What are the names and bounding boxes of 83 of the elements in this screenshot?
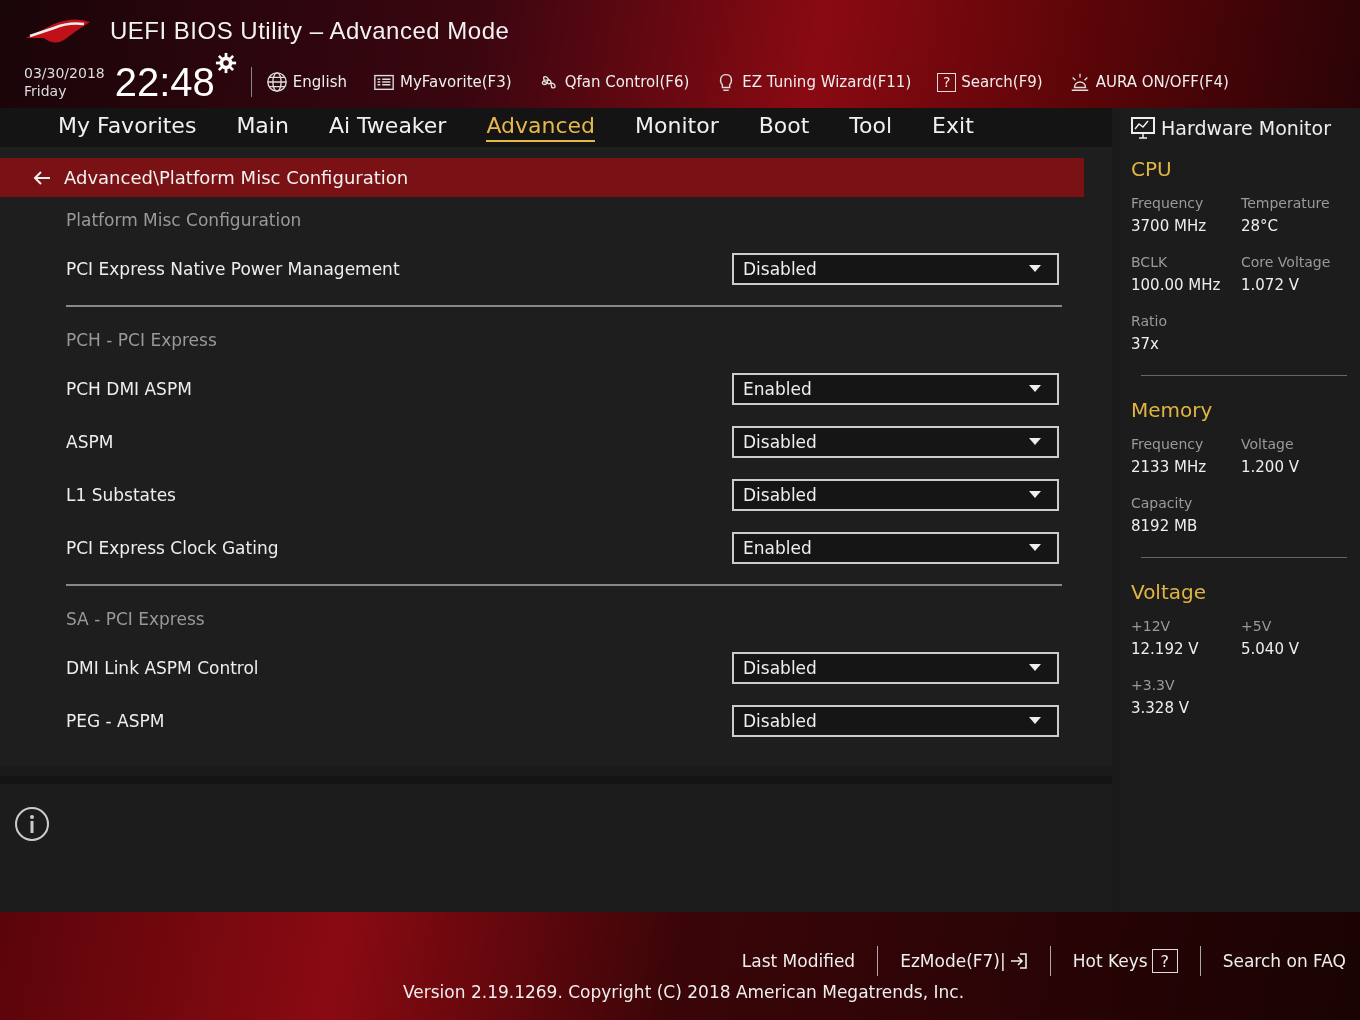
setting-label: L1 Substates [66,484,176,505]
exit-arrow-icon [1009,952,1028,970]
toolbar-button[interactable]: AURA ON/OFF(F4) [1068,71,1229,93]
section-heading: Platform Misc Configuration [66,208,303,232]
reading-label: +5V [1241,618,1273,634]
section-heading: CPU [1131,157,1173,181]
version-text: Version 2.19.1269. Copyright (C) 2018 American Megatrends, Inc. [403,982,965,1002]
monitor-icon [1131,116,1155,139]
caret-icon [1029,544,1041,551]
reading-value: 3700 MHz [1131,217,1208,235]
menu-tab[interactable]: Advanced [486,113,596,142]
clock: 22:48 [114,59,215,105]
caret-icon [1029,265,1041,272]
reading-value: 12.192 V [1131,640,1200,658]
reading-value: 8192 MB [1131,517,1199,535]
reading-label: Frequency [1131,436,1205,452]
footer-link[interactable]: Search on FAQ [1222,951,1346,971]
reading-label: BCLK [1131,254,1169,270]
reading-label: +3.3V [1131,677,1176,693]
caret-icon [1029,438,1041,445]
dropdown[interactable]: Disabled [732,478,1059,511]
toolbar-button[interactable]: MyFavorite(F3) [373,71,512,93]
section-heading: SA - PCI Express [66,607,206,631]
dropdown[interactable]: Disabled [732,651,1059,684]
menu-tab[interactable]: Tool [849,113,893,142]
reading-label: Temperature [1241,195,1331,211]
breadcrumb-path: Advanced\Platform Misc Configuration [64,167,409,188]
menu-tab[interactable]: Monitor [635,113,719,142]
gear-icon[interactable] [214,52,237,74]
help-icon: ? [937,72,957,92]
footer-link[interactable]: EzMode(F7)| [900,951,1028,971]
date: 03/30/2018 [24,64,105,82]
reading-label: Voltage [1241,436,1295,452]
dropdown[interactable]: Disabled [732,425,1059,458]
caret-icon [1029,717,1041,724]
logo-icon [24,16,92,46]
menu-tab[interactable]: My Favorites [58,113,197,142]
menu-tab[interactable]: Boot [758,113,810,142]
reading-value: 100.00 MHz [1131,276,1222,294]
toolbar-button[interactable]: ? Search(F9) [937,72,1043,92]
reading-label: Ratio [1131,313,1168,329]
menu-tab[interactable]: Ai Tweaker [328,113,447,142]
dropdown[interactable]: Disabled [732,252,1059,285]
caret-icon [1029,385,1041,392]
reading-label: Capacity [1131,495,1194,511]
dropdown[interactable]: Disabled [732,704,1059,737]
toolbar-button[interactable]: English [265,71,347,93]
reading-value: 37x [1131,335,1160,353]
panel-title: Hardware Monitor [1161,116,1331,139]
dropdown[interactable]: Enabled [732,372,1059,405]
menu-tab[interactable]: Main [236,113,289,142]
setting-label: PCH DMI ASPM [66,378,192,399]
weekday: Friday [24,82,68,100]
setting-label: PCI Express Clock Gating [66,537,279,558]
caret-icon [1029,664,1041,671]
footer-link[interactable]: Last Modified [741,951,856,971]
setting-label: DMI Link ASPM Control [66,657,259,678]
help-icon: ? [1151,949,1178,973]
reading-value: 1.072 V [1241,276,1300,294]
toolbar-button[interactable]: Qfan Control(F6) [537,71,690,93]
reading-label: +12V [1131,618,1172,634]
setting-label: ASPM [66,431,114,452]
dropdown[interactable]: Enabled [732,531,1059,564]
caret-icon [1029,491,1041,498]
toolbar-button[interactable]: EZ Tuning Wizard(F11) [715,71,912,93]
window-title: UEFI BIOS Utility – Advanced Mode [110,17,510,45]
setting-label: PCI Express Native Power Management [66,258,400,279]
section-heading: PCH - PCI Express [66,328,218,352]
menu-tab[interactable]: Exit [932,113,974,142]
reading-value: 5.040 V [1241,640,1300,658]
reading-value: 3.328 V [1131,699,1190,717]
reading-value: 2133 MHz [1131,458,1208,476]
section-heading: Memory [1131,398,1214,422]
globe-icon [265,71,288,93]
reading-label: Core Voltage [1241,254,1332,270]
footer-link[interactable]: Hot Keys ? [1072,949,1178,973]
reading-value: 1.200 V [1241,458,1300,476]
back-arrow-icon[interactable] [32,169,52,186]
section-heading: Voltage [1131,580,1208,604]
info-icon [14,806,50,842]
reading-label: Frequency [1131,195,1205,211]
setting-label: PEG - ASPM [66,710,165,731]
reading-value: 28°C [1241,217,1280,235]
